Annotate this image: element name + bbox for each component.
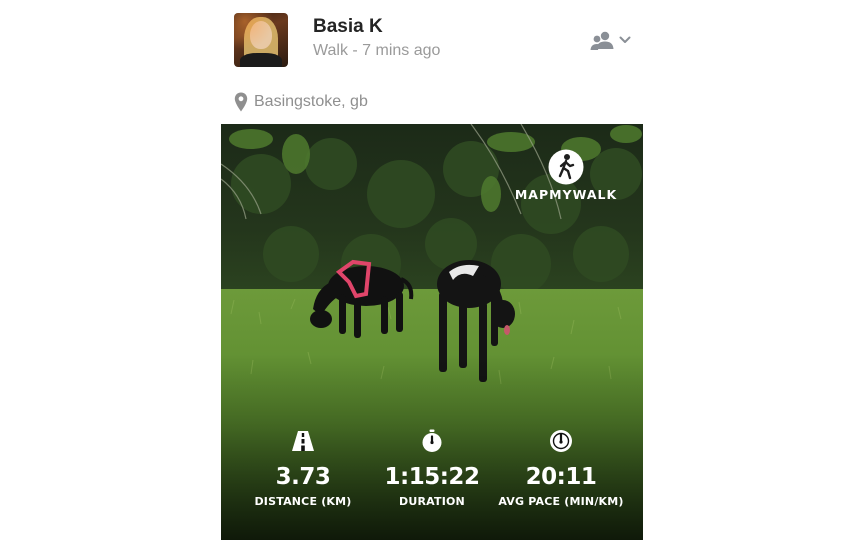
speedometer-icon (550, 430, 572, 452)
brand-name: MAPMYWALK (514, 187, 618, 202)
stopwatch-icon (422, 429, 442, 452)
mapmywalk-brand: MAPMYWALK (511, 149, 621, 202)
duration-label: DURATION (399, 495, 465, 508)
location: Basingstoke, gb (234, 91, 368, 113)
activity-photo[interactable]: MAPMYWALK 3.73 DISTANCE (KM) 1:15:22 DUR… (221, 124, 643, 540)
distance-label: DISTANCE (KM) (254, 495, 352, 508)
avg-pace-label: AVG PACE (MIN/KM) (498, 495, 624, 508)
avg-pace-value: 20:11 (525, 464, 597, 490)
post-header: Basia K Walk - 7 mins ago (234, 13, 634, 69)
avatar[interactable] (234, 13, 288, 67)
map-pin-icon (234, 92, 248, 112)
road-icon (292, 431, 314, 451)
distance-value: 3.73 (275, 464, 331, 490)
location-text: Basingstoke, gb (254, 93, 368, 110)
walker-icon (548, 149, 584, 185)
stat-distance: 3.73 DISTANCE (KM) (233, 429, 373, 508)
stat-avg-pace: 20:11 AVG PACE (MIN/KM) (491, 429, 631, 508)
activity-meta: Walk - 7 mins ago (313, 42, 441, 59)
stat-duration: 1:15:22 DURATION (362, 429, 502, 508)
duration-value: 1:15:22 (384, 464, 480, 490)
activity-stats: 3.73 DISTANCE (KM) 1:15:22 DURATION 20:1… (221, 429, 643, 529)
privacy-dropdown[interactable] (589, 29, 633, 53)
user-name[interactable]: Basia K (313, 16, 383, 38)
chevron-down-icon (619, 36, 631, 43)
